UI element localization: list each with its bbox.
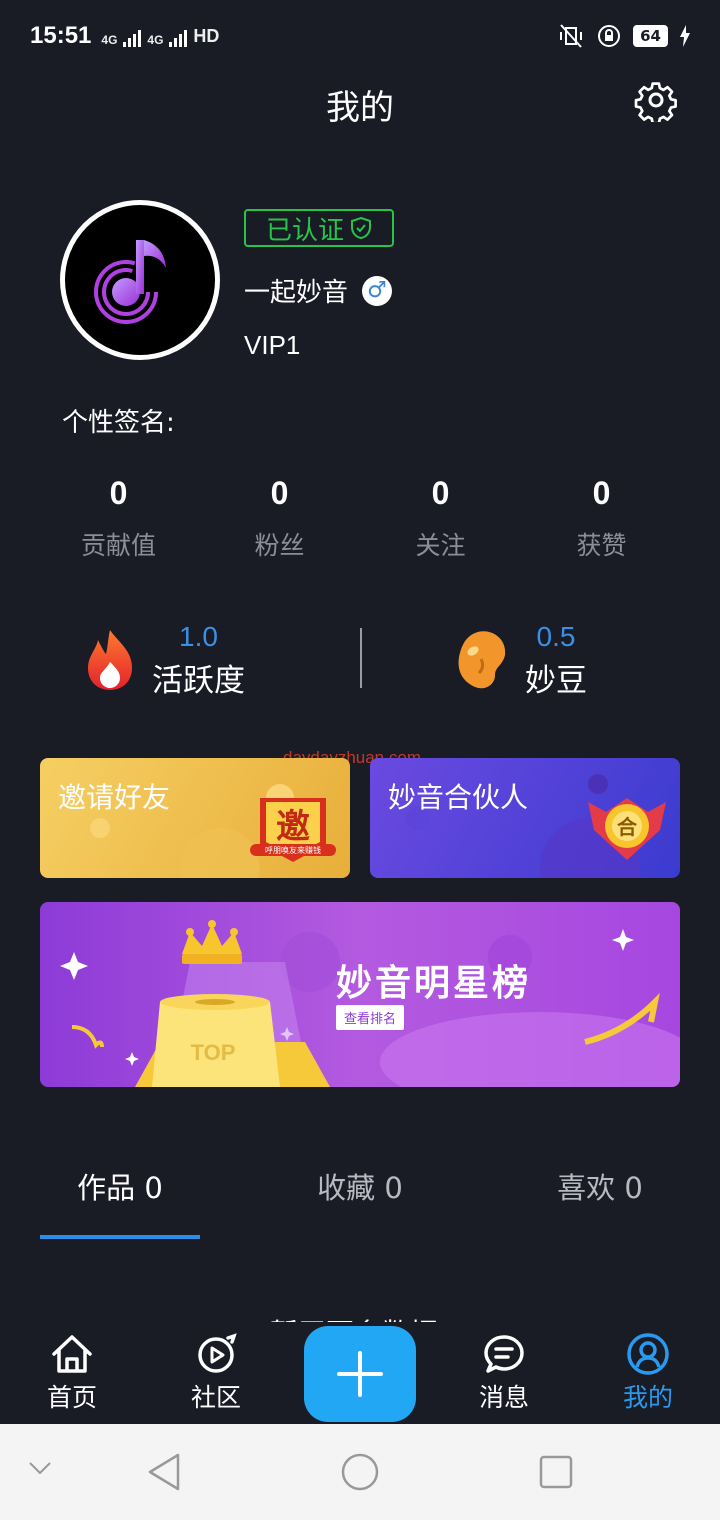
activity-label: 活跃度 xyxy=(152,662,245,699)
activity-value: 1.0 xyxy=(179,620,218,652)
male-gender-icon: ♂ xyxy=(362,275,393,306)
stat-label: 粉丝 xyxy=(254,531,305,560)
recent-apps-icon[interactable] xyxy=(538,1454,574,1490)
content-tabs: 作品 0 收藏 0 喜欢 0 xyxy=(0,1165,720,1207)
username-row: 一起妙音 ♂ xyxy=(244,272,393,309)
invite-card-title: 邀请好友 xyxy=(58,781,171,814)
stat-value: 0 xyxy=(592,475,611,511)
metric-divider xyxy=(360,628,362,688)
page-title: 我的 xyxy=(326,88,394,128)
bean-icon xyxy=(458,631,506,689)
stats-row: 0 贡献值 0 粉丝 0 关注 0 获赞 xyxy=(38,475,682,562)
lock-rotation-icon xyxy=(598,25,621,47)
music-note-logo-icon xyxy=(94,240,166,324)
chevron-down-icon[interactable] xyxy=(28,1460,52,1476)
beans-label: 妙豆 xyxy=(525,662,587,699)
username: 一起妙音 xyxy=(244,278,349,308)
invite-badge-char: 邀 xyxy=(276,807,310,847)
tab-favorites[interactable]: 收藏 0 xyxy=(240,1165,480,1207)
network-type-2: 4G xyxy=(147,32,164,47)
nav-label: 我的 xyxy=(622,1383,673,1412)
nav-profile[interactable]: 我的 xyxy=(598,1332,698,1414)
add-content-button[interactable] xyxy=(304,1326,416,1422)
invite-badge-sub: 呼朋唤友来赚钱 xyxy=(265,845,321,855)
signal-icon-2 xyxy=(169,29,188,47)
message-icon xyxy=(484,1335,524,1373)
shield-check-icon xyxy=(351,216,371,240)
back-icon[interactable] xyxy=(146,1452,182,1492)
view-ranking-button[interactable]: 查看排名 xyxy=(336,1005,405,1030)
stat-contribution[interactable]: 0 贡献值 xyxy=(38,475,199,562)
banner-top-label: TOP xyxy=(191,1040,236,1065)
battery-indicator: 64 xyxy=(633,25,668,47)
banner-title: 妙音明星榜 xyxy=(336,963,532,1004)
stat-fans[interactable]: 0 粉丝 xyxy=(199,475,360,562)
tab-indicator xyxy=(40,1235,200,1239)
stat-value: 0 xyxy=(270,475,289,511)
network-type: 4G xyxy=(101,32,118,47)
activity-metric[interactable]: 1.0 活跃度 xyxy=(84,620,245,700)
nav-label: 首页 xyxy=(46,1383,97,1412)
vibrate-mute-icon xyxy=(560,24,583,48)
flame-icon xyxy=(88,630,132,690)
stat-likes[interactable]: 0 获赞 xyxy=(521,475,682,562)
tab-works[interactable]: 作品 0 xyxy=(0,1165,240,1207)
invite-badge-icon: 邀 呼朋唤友来赚钱 xyxy=(250,798,336,862)
charging-icon xyxy=(680,25,690,47)
nav-community[interactable]: 社区 xyxy=(166,1332,266,1414)
partner-card-title: 妙音合伙人 xyxy=(388,781,529,814)
gear-icon[interactable] xyxy=(634,78,678,122)
nav-label: 消息 xyxy=(478,1383,529,1412)
status-right: 64 xyxy=(557,23,690,49)
stat-label: 贡献值 xyxy=(80,531,156,560)
community-icon xyxy=(198,1333,237,1373)
verified-badge: 已认证 xyxy=(244,209,394,247)
stat-label: 关注 xyxy=(415,531,466,560)
plus-icon xyxy=(337,1351,383,1397)
invite-friends-card[interactable]: 邀请好友 邀 呼朋唤友来赚钱 xyxy=(40,758,350,878)
bottom-nav: 首页 社区 消息 我的 xyxy=(0,1322,720,1424)
partner-badge-char: 合 xyxy=(617,815,638,839)
vip-level: VIP1 xyxy=(244,330,301,360)
signal-indicators: 4G 4G HD xyxy=(101,26,219,47)
system-nav-bar xyxy=(0,1424,720,1520)
star-ranking-banner[interactable]: TOP 妙音明星榜 查看排名 xyxy=(40,902,680,1087)
stat-following[interactable]: 0 关注 xyxy=(360,475,521,562)
beans-metric[interactable]: 0.5 妙豆 xyxy=(455,620,587,700)
status-time: 15:51 xyxy=(30,22,92,49)
partner-badge-icon: 合 xyxy=(588,798,666,860)
status-bar: 15:51 4G 4G HD 64 xyxy=(0,0,720,72)
stat-value: 0 xyxy=(109,475,128,511)
beans-value: 0.5 xyxy=(536,620,576,652)
profile-icon xyxy=(627,1333,669,1375)
home-icon xyxy=(52,1335,92,1373)
signal-icon xyxy=(123,29,142,47)
metrics-row: 1.0 活跃度 0.5 妙豆 xyxy=(0,620,720,700)
partner-card[interactable]: 妙音合伙人 合 xyxy=(370,758,680,878)
verified-label: 已认证 xyxy=(265,215,344,246)
nav-label: 社区 xyxy=(190,1383,241,1412)
avatar[interactable] xyxy=(60,200,220,360)
nav-messages[interactable]: 消息 xyxy=(454,1332,554,1414)
nav-home[interactable]: 首页 xyxy=(22,1332,122,1414)
stat-value: 0 xyxy=(431,475,450,511)
stat-label: 获赞 xyxy=(576,531,627,560)
home-circle-icon[interactable] xyxy=(340,1452,380,1492)
hd-indicator: HD xyxy=(193,25,220,46)
signature-label[interactable]: 个性签名: xyxy=(62,402,175,439)
tab-likes[interactable]: 喜欢 0 xyxy=(480,1165,720,1207)
status-left: 15:51 4G 4G HD xyxy=(30,22,219,50)
